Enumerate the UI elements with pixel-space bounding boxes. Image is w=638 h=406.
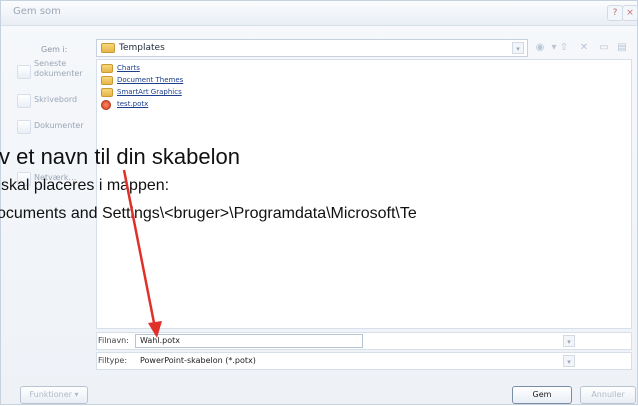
save-as-dialog: Gem som ? × Gem i: Templates ▾ ◉ ▾ ⇧ ✕ ▭… (0, 0, 638, 405)
annotation-arrow (122, 169, 162, 338)
arrow-head-icon (148, 321, 162, 338)
arrow-line (122, 169, 157, 329)
